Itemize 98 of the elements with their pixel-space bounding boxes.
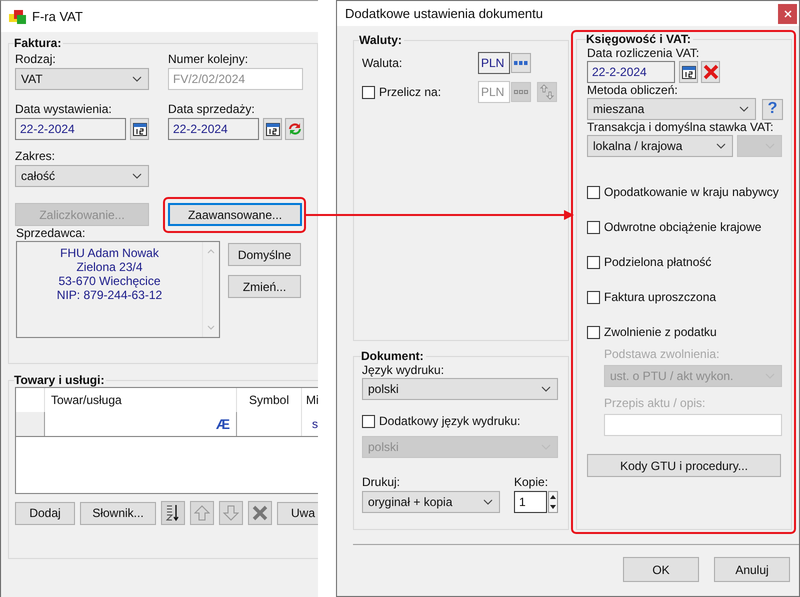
close-icon <box>784 10 792 18</box>
up-arrow-icon <box>194 505 210 521</box>
window-title: F-ra VAT <box>32 9 83 24</box>
field-label: Data wystawienia: <box>15 102 113 117</box>
chevron-icon <box>483 499 493 505</box>
address-line: FHU Adam Nowak <box>60 246 159 260</box>
checkbox[interactable] <box>587 326 600 338</box>
field-label: Kopie: <box>514 475 550 490</box>
filter-cell[interactable]: s <box>302 412 318 436</box>
copies-field[interactable]: 1 <box>514 491 547 513</box>
calendar-icon <box>132 122 146 136</box>
calendar-icon <box>682 65 696 79</box>
checkbox[interactable] <box>587 290 600 304</box>
dropdown[interactable]: polski <box>362 378 558 400</box>
chevron-icon <box>541 386 551 392</box>
swap-arrows-icon <box>540 84 554 100</box>
sort-button[interactable] <box>161 501 185 525</box>
down-arrow-icon <box>223 505 239 521</box>
clear-button[interactable] <box>701 61 720 83</box>
field-label: Podstawa zwolnienia: <box>604 347 720 362</box>
calendar-button[interactable] <box>263 118 282 140</box>
chevron-icon <box>716 143 726 149</box>
help-button[interactable]: ? <box>762 98 783 120</box>
field-label: Data sprzedaży: <box>168 102 256 117</box>
dropdown[interactable]: całość <box>15 165 149 187</box>
date-field[interactable]: 22-2-2024 <box>168 118 259 140</box>
refresh-icon <box>286 121 302 137</box>
input-field[interactable] <box>604 414 782 436</box>
dots-icon <box>514 61 528 65</box>
browse-button[interactable] <box>511 53 531 73</box>
delete-button[interactable] <box>248 501 272 525</box>
calendar-button[interactable] <box>130 118 149 140</box>
dropdown[interactable]: mieszana <box>587 98 756 120</box>
field-label: Język wydruku: <box>362 363 444 377</box>
checkbox[interactable] <box>362 86 375 98</box>
field-label: Waluta: <box>362 56 404 70</box>
currency-field[interactable]: PLN <box>478 52 510 74</box>
checkbox-label[interactable]: Opodatkowanie w kraju nabywcy <box>604 185 779 199</box>
field-label: Przepis aktu / opis: <box>604 396 706 411</box>
push-button[interactable]: Zaawansowane... <box>168 203 302 226</box>
push-button[interactable]: Zmień... <box>228 275 301 298</box>
push-button[interactable]: Uwa <box>277 502 318 524</box>
checkbox-label[interactable]: Podzielona płatność <box>604 255 712 269</box>
push-button[interactable]: Słownik... <box>80 502 156 524</box>
checkbox-label[interactable]: Przelicz na: <box>379 85 442 99</box>
dropdown[interactable]: lokalna / krajowa <box>587 135 733 157</box>
address-line: Zielona 23/4 <box>76 260 143 274</box>
row-header-cell <box>16 412 45 436</box>
address-line: NIP: 879-244-63-12 <box>56 288 162 302</box>
checkbox[interactable] <box>362 414 375 428</box>
field-label: Rodzaj: <box>15 52 57 67</box>
push-button[interactable]: Domyślne <box>228 243 301 266</box>
checkbox[interactable] <box>587 256 600 268</box>
checkbox[interactable] <box>587 186 600 198</box>
close-button[interactable] <box>778 4 797 24</box>
column-header: Mi <box>305 392 318 409</box>
address-line: 53-670 Wiechęcice <box>58 274 161 288</box>
calendar-button[interactable] <box>679 61 698 83</box>
calendar-icon <box>266 122 280 136</box>
column-header: Symbol <box>237 388 302 412</box>
push-button[interactable]: Anuluj <box>714 557 790 582</box>
checkbox-label[interactable]: Faktura uproszczona <box>604 290 716 304</box>
dropdown[interactable]: oryginał + kopia <box>362 491 500 513</box>
chevron-icon <box>132 173 142 179</box>
field-label: Numer kolejny: <box>168 52 250 67</box>
push-button[interactable]: OK <box>623 557 699 582</box>
push-button[interactable]: Dodaj <box>15 502 75 524</box>
group-title: Waluty: <box>359 33 403 47</box>
dropdown[interactable]: VAT <box>15 68 149 90</box>
group-title: Towary i usługi: <box>14 373 106 387</box>
spinner-arrows-icon[interactable] <box>548 491 558 513</box>
group-title: Faktura: <box>14 36 62 50</box>
date-field[interactable]: 22-2-2024 <box>15 118 126 140</box>
cross-icon <box>702 64 718 80</box>
dots-icon <box>514 90 528 94</box>
field-label: Drukuj: <box>362 475 402 490</box>
field-label: Metoda obliczeń: <box>587 83 678 97</box>
group-title: Księgowość i VAT: <box>586 32 692 46</box>
window-title: Dodatkowe ustawienia dokumentu <box>345 6 544 21</box>
sort-icon <box>166 504 180 522</box>
refresh-button[interactable] <box>285 118 304 140</box>
chevron-icon <box>739 106 749 112</box>
delete-icon <box>252 505 268 521</box>
field-label: Data rozliczenia VAT: <box>587 46 700 60</box>
chevron-icon <box>132 76 142 82</box>
checkbox-label[interactable]: Dodatkowy język wydruku: <box>379 414 520 428</box>
checkbox[interactable] <box>587 220 600 234</box>
group-title: Dokument: <box>361 349 425 363</box>
column-header: Towar/usługa <box>45 388 237 412</box>
date-field[interactable]: 22-2-2024 <box>587 61 675 83</box>
filter-cell[interactable]: Æ <box>45 412 237 436</box>
field-label: Transakcja i domyślna stawka VAT: <box>587 120 774 134</box>
checkbox-label[interactable]: Zwolnienie z podatku <box>604 325 717 339</box>
field-label: Sprzedawca: <box>16 226 86 240</box>
push-button[interactable]: Kody GTU i procedury... <box>587 454 781 477</box>
checkbox-label[interactable]: Odwrotne obciążenie krajowe <box>604 220 762 234</box>
field-label: Zakres: <box>15 149 56 164</box>
cubes-icon <box>9 10 27 24</box>
